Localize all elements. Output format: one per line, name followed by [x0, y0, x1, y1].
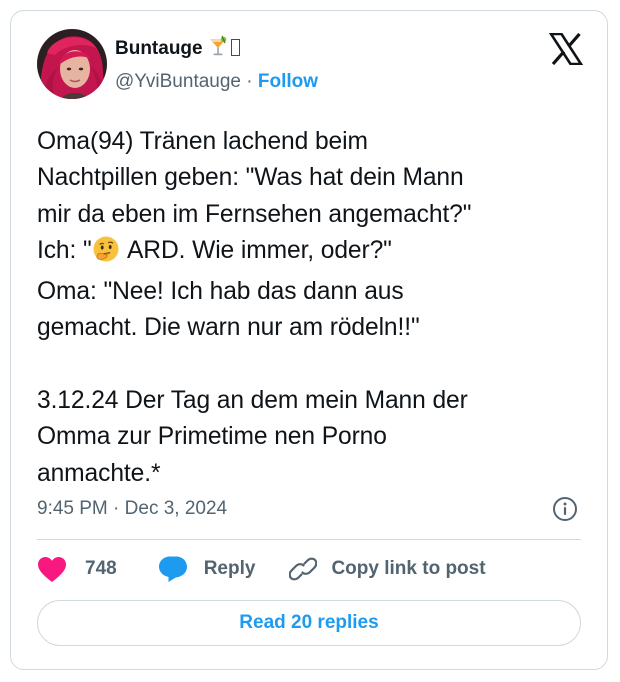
- thinking-face-icon: [92, 235, 120, 274]
- tweet-line-suffix: ARD. Wie immer, oder?": [121, 236, 392, 264]
- display-name-text: Buntauge: [115, 38, 203, 59]
- handle-separator: ·: [246, 71, 253, 92]
- divider: [37, 539, 581, 540]
- x-logo-icon[interactable]: [548, 32, 584, 66]
- tweet-line: 3.12.24 Der Tag an dem mein Mann der: [37, 387, 468, 415]
- copy-link-label: Copy link to post: [331, 558, 486, 579]
- info-icon[interactable]: [551, 495, 579, 523]
- cocktail-glass-icon: [207, 35, 229, 64]
- timestamp-separator: ·: [113, 498, 120, 519]
- tweet-line: Omma zur Primetime nen Porno: [37, 423, 387, 451]
- reply-bubble-icon: [158, 556, 187, 582]
- avatar[interactable]: [37, 29, 107, 99]
- tweet-timestamp[interactable]: 9:45 PM · Dec 3, 2024: [37, 497, 227, 521]
- read-replies-button[interactable]: Read 20 replies: [37, 600, 581, 646]
- tweet-line: anmachte.*: [37, 459, 161, 487]
- heart-icon: [38, 556, 66, 582]
- tweet-date: Dec 3, 2024: [124, 498, 228, 519]
- tweet-line: Nachtpillen geben: "Was hat dein Mann: [37, 164, 464, 192]
- missing-glyph-icon: [230, 39, 240, 56]
- reply-label: Reply: [203, 558, 256, 579]
- tweet-card: Buntauge @YviBuntauge · Follow Oma(94) T…: [10, 10, 608, 670]
- handle-row: @YviBuntauge · Follow: [115, 70, 318, 94]
- avatar-image: [37, 29, 107, 99]
- author-display-name[interactable]: Buntauge: [115, 35, 240, 64]
- copy-link-button[interactable]: Copy link to post: [289, 555, 486, 583]
- author-handle[interactable]: @YviBuntauge: [115, 71, 241, 92]
- link-icon: [289, 557, 318, 581]
- tweet-time: 9:45 PM: [37, 498, 108, 519]
- like-count: 748: [85, 558, 117, 579]
- tweet-text: Oma(94) Tränen lachend beim Nachtpillen g…: [37, 124, 597, 492]
- reply-button[interactable]: Reply: [158, 555, 256, 583]
- follow-button[interactable]: Follow: [258, 71, 318, 92]
- tweet-line-prefix: Ich: ": [37, 236, 92, 264]
- tweet-line: mir da eben im Fernsehen angemacht?": [37, 200, 472, 228]
- like-button[interactable]: 748: [37, 556, 117, 583]
- tweet-line: Ich: " ARD. Wie immer, oder?": [37, 233, 597, 274]
- action-bar: 748 Reply Copy link to post: [37, 554, 486, 584]
- tweet-line: Oma: "Nee! Ich hab das dann aus: [37, 278, 404, 306]
- tweet-line: gemacht. Die warn nur am rödeln!!": [37, 314, 420, 342]
- tweet-line: Oma(94) Tränen lachend beim: [37, 128, 368, 155]
